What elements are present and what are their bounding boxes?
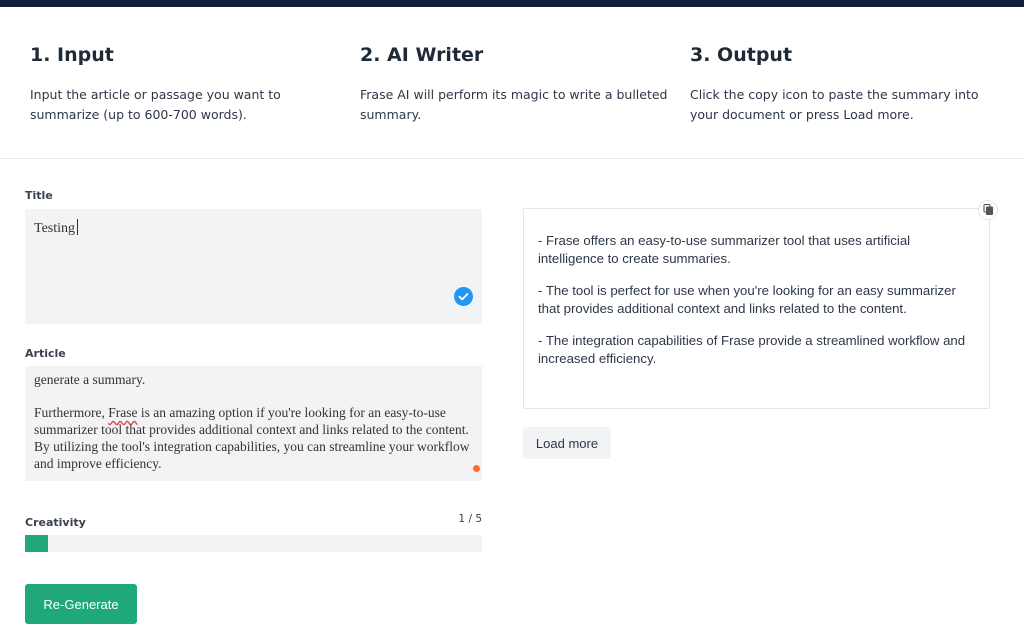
- step-ai-writer: 2. AI Writer Frase AI will perform its m…: [360, 44, 670, 125]
- creativity-label: Creativity: [25, 516, 86, 529]
- check-circle-icon: [454, 287, 473, 306]
- article-paragraph: generate a summary.: [34, 372, 146, 387]
- step-title: 2. AI Writer: [360, 44, 484, 66]
- step-title: 3. Output: [690, 44, 793, 66]
- step-description: Click the copy icon to paste the summary…: [690, 87, 979, 122]
- summary-bullet: - The tool is perfect for use when you'r…: [538, 283, 956, 316]
- regenerate-button[interactable]: Re-Generate: [25, 584, 137, 624]
- step-description: Frase AI will perform its magic to write…: [360, 87, 668, 122]
- text-caret: [77, 219, 79, 235]
- article-text: generate a summary. Furthermore, Frase i…: [34, 371, 473, 472]
- top-bar: [0, 0, 1024, 7]
- summary-bullet: - Frase offers an easy-to-use summarizer…: [538, 233, 911, 266]
- summary-output: - Frase offers an easy-to-use summarizer…: [523, 208, 990, 409]
- title-input-value: Testing: [34, 221, 76, 236]
- steps-header: 1. Input Input the article or passage yo…: [0, 7, 1024, 159]
- load-more-button[interactable]: Load more: [523, 427, 611, 459]
- orange-dot-indicator: [473, 465, 480, 472]
- creativity-slider[interactable]: [25, 535, 482, 552]
- creativity-counter: 1 / 5: [458, 513, 482, 525]
- article-label: Article: [25, 347, 66, 360]
- spellcheck-flagged-word[interactable]: Frase: [108, 405, 137, 420]
- creativity-slider-fill[interactable]: [25, 535, 48, 552]
- step-output: 3. Output Click the copy icon to paste t…: [690, 44, 1000, 125]
- title-input[interactable]: Testing: [25, 209, 482, 324]
- summary-bullet: - The integration capabilities of Frase …: [538, 333, 966, 366]
- step-description: Input the article or passage you want to…: [30, 87, 281, 122]
- article-textarea[interactable]: generate a summary. Furthermore, Frase i…: [25, 366, 482, 481]
- article-text-segment: Furthermore,: [34, 405, 109, 420]
- step-input: 1. Input Input the article or passage yo…: [30, 44, 340, 125]
- article-paragraph: Furthermore, Frase is an amazing option …: [34, 404, 473, 472]
- step-title: 1. Input: [30, 44, 114, 66]
- title-label: Title: [25, 189, 53, 202]
- copy-icon[interactable]: [978, 200, 998, 220]
